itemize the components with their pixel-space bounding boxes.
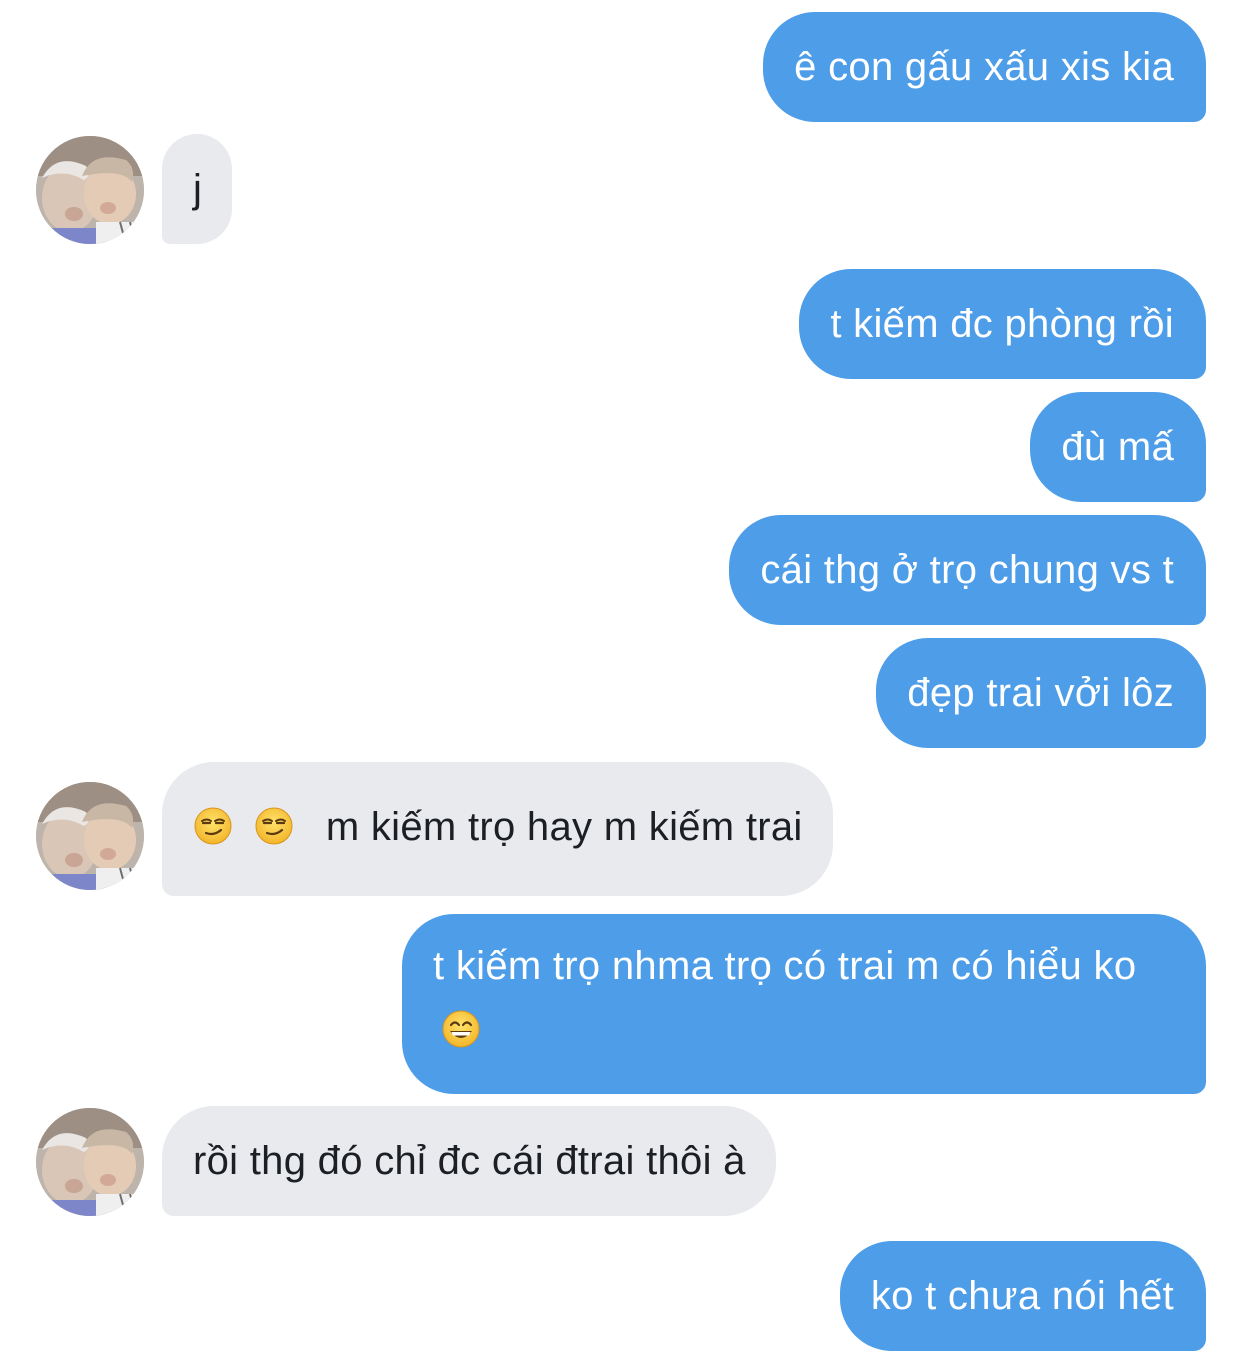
- message-text: t kiếm trọ nhma trọ có trai m có hiểu ko: [433, 944, 1137, 988]
- message-text: đẹp trai vởi lôz: [907, 671, 1174, 715]
- message-text: m kiếm trọ hay m kiếm trai: [325, 805, 803, 849]
- message-text: rồi thg đó chỉ đc cái đtrai thôi à: [193, 1139, 746, 1183]
- outgoing-message[interactable]: t kiếm đc phòng rồi: [799, 269, 1206, 379]
- incoming-message[interactable]: j: [162, 134, 233, 244]
- message-text: đù mấ: [1061, 425, 1174, 469]
- incoming-message[interactable]: rồi thg đó chỉ đc cái đtrai thôi à: [162, 1106, 776, 1216]
- message-text: cái thg ở trọ chung vs t: [760, 548, 1174, 592]
- grinning-face-icon: [441, 1004, 481, 1068]
- outgoing-message[interactable]: ko t chưa nói hết: [839, 1241, 1206, 1351]
- outgoing-message[interactable]: ê con gấu xấu xis kia: [763, 12, 1206, 122]
- message-text: ko t chưa nói hết: [870, 1274, 1174, 1318]
- outgoing-message[interactable]: cái thg ở trọ chung vs t: [729, 515, 1206, 625]
- contact-avatar[interactable]: [36, 1108, 144, 1216]
- message-text: ê con gấu xấu xis kia: [794, 45, 1174, 89]
- contact-avatar[interactable]: [36, 782, 144, 890]
- message-text: j: [193, 167, 203, 211]
- message-text: t kiếm đc phòng rồi: [830, 302, 1174, 346]
- outgoing-message[interactable]: t kiếm trọ nhma trọ có trai m có hiểu ko: [402, 914, 1206, 1094]
- smirking-face-icon: [254, 801, 294, 865]
- outgoing-message[interactable]: đẹp trai vởi lôz: [876, 638, 1206, 748]
- incoming-message[interactable]: m kiếm trọ hay m kiếm trai: [162, 762, 833, 896]
- contact-avatar[interactable]: [36, 136, 144, 244]
- outgoing-message[interactable]: đù mấ: [1030, 392, 1206, 502]
- smirking-face-icon: [193, 801, 233, 865]
